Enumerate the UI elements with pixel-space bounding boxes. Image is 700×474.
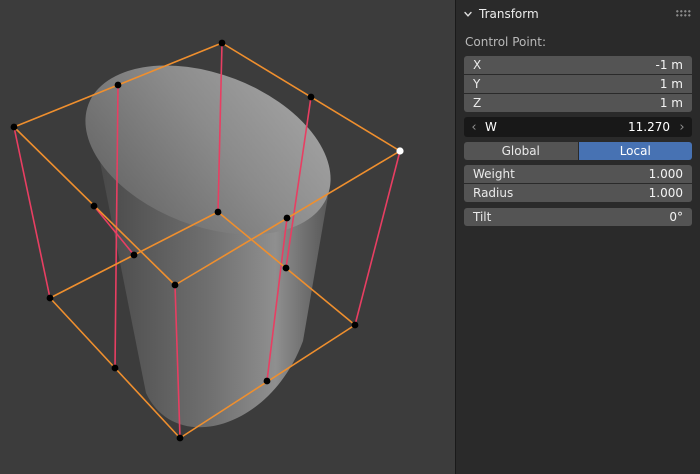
decrement-arrow-icon[interactable]: ‹ [467, 121, 481, 134]
weight-radius-fields: Weight 1.000 Radius 1.000 [464, 165, 692, 202]
field-y-label: Y [473, 77, 481, 91]
field-tilt-value: 0° [669, 210, 683, 224]
panel-title: Transform [479, 7, 539, 21]
field-z-label: Z [473, 96, 482, 110]
local-button[interactable]: Local [578, 142, 692, 160]
orientation-toggle: Global Local [464, 142, 692, 160]
section-label: Control Point: [465, 35, 547, 49]
field-radius-label: Radius [473, 186, 514, 200]
field-x-label: X [473, 58, 482, 72]
field-tilt-label: Tilt [473, 210, 492, 224]
tilt-field-group: Tilt 0° [464, 208, 692, 226]
field-weight[interactable]: Weight 1.000 [464, 165, 692, 183]
field-y[interactable]: Y 1 m [464, 75, 692, 93]
chevron-down-icon[interactable] [463, 9, 473, 19]
field-radius[interactable]: Radius 1.000 [464, 184, 692, 202]
panel-header[interactable]: Transform [456, 0, 700, 28]
field-x-value: -1 m [655, 58, 683, 72]
viewport-3d[interactable] [0, 0, 455, 474]
field-y-value: 1 m [659, 77, 683, 91]
field-w-label: W [485, 120, 497, 134]
increment-arrow-icon[interactable]: › [675, 121, 689, 134]
grip-icon[interactable] [676, 10, 691, 18]
field-x[interactable]: X -1 m [464, 56, 692, 74]
field-w-value: 11.270 [628, 120, 670, 134]
field-w[interactable]: ‹ W 11.270 › [464, 117, 692, 137]
field-tilt[interactable]: Tilt 0° [464, 208, 692, 226]
coordinate-fields: X -1 m Y 1 m Z 1 m [464, 56, 692, 112]
selected-control-point[interactable] [396, 147, 404, 155]
field-z-value: 1 m [659, 96, 683, 110]
field-radius-value: 1.000 [648, 186, 683, 200]
field-weight-label: Weight [473, 167, 515, 181]
field-z[interactable]: Z 1 m [464, 94, 692, 112]
transform-panel: Transform Control Point: X -1 m Y 1 m Z … [455, 0, 700, 474]
global-button[interactable]: Global [464, 142, 578, 160]
field-weight-value: 1.000 [648, 167, 683, 181]
